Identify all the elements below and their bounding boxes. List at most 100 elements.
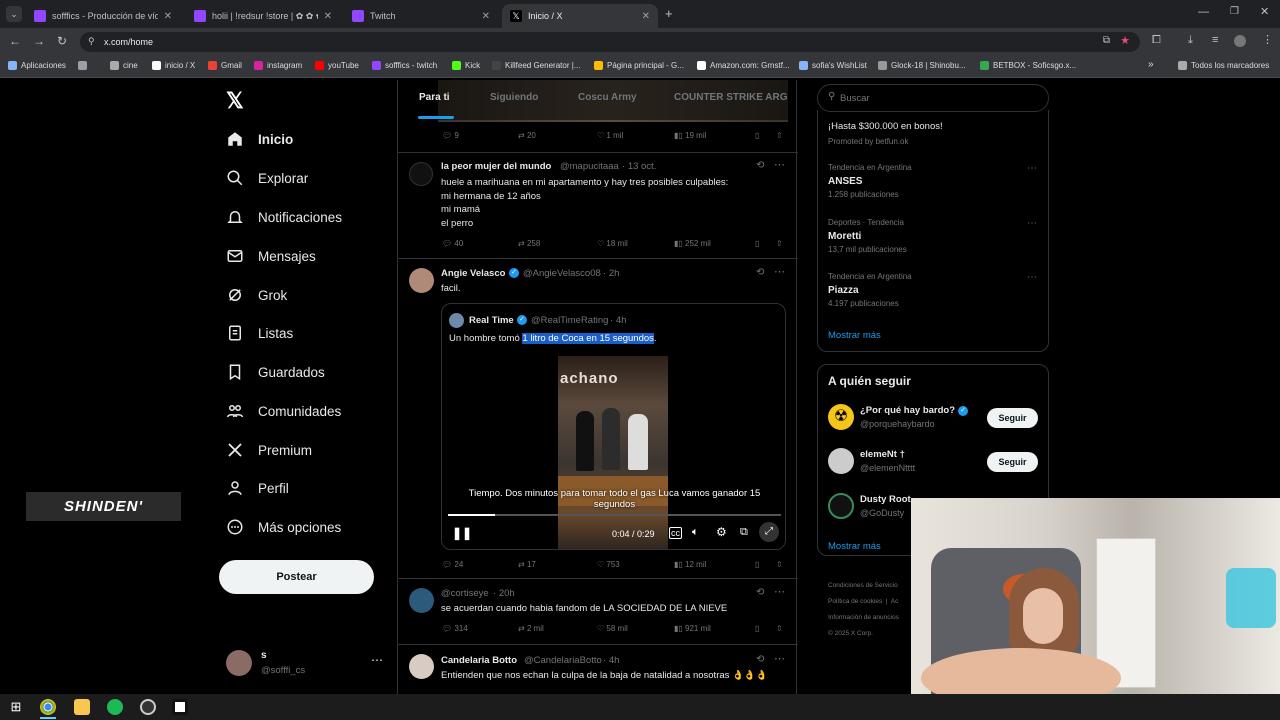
menu-icon[interactable]: ⋮ <box>1262 33 1273 46</box>
reply-button[interactable]: 💬︎ 9 <box>442 131 459 140</box>
restore-icon[interactable]: ❐ <box>1230 6 1239 17</box>
like-button[interactable]: ♡ 753 <box>597 560 620 569</box>
browser-tab-active[interactable]: 𝕏 Inicio / X ✕ <box>502 4 658 28</box>
pause-icon[interactable]: ❚❚ <box>452 526 472 540</box>
more-icon[interactable]: ⋯ <box>774 652 785 665</box>
grok-icon[interactable]: ⟲ <box>756 587 764 598</box>
bookmark-item[interactable]: youTube <box>315 61 359 70</box>
close-tab-icon[interactable]: ✕ <box>482 11 490 22</box>
bookmark-icon[interactable]: ▯ <box>755 131 759 140</box>
footer-link[interactable]: Información de anuncios <box>828 614 899 621</box>
views-button[interactable]: ▮▯ 19 mil <box>674 131 706 140</box>
repost-button[interactable]: ⇄ 2 mil <box>518 624 544 633</box>
footer-link[interactable]: Política de cookies <box>828 598 882 605</box>
media-control-icon[interactable]: ≡ <box>1212 34 1218 46</box>
bookmark-item[interactable] <box>78 61 87 70</box>
more-icon[interactable]: ⋯ <box>371 653 383 667</box>
bookmark-item[interactable]: Todos los marcadores <box>1178 61 1269 70</box>
fullscreen-icon[interactable]: ⤢ <box>759 522 779 542</box>
post[interactable]: @cortiseye · 20h ⟲ ⋯ se acuerdan cuando … <box>398 578 796 644</box>
more-icon[interactable]: ⋯ <box>774 158 785 171</box>
share-icon[interactable]: ⇧ <box>776 131 783 140</box>
bookmark-item[interactable]: inicio / X <box>152 61 195 70</box>
post-button[interactable]: Postear <box>219 560 374 594</box>
spotify-icon[interactable] <box>107 699 123 715</box>
grok-icon[interactable]: ⟲ <box>756 267 764 278</box>
back-icon[interactable]: ← <box>9 34 21 48</box>
captions-icon[interactable]: cc <box>669 527 682 539</box>
nav-item-more[interactable]: Más opciones <box>226 518 341 536</box>
follow-suggestion[interactable]: elemeNt † @elemenNtttt Seguir <box>828 447 1040 477</box>
tab-siguiendo[interactable]: Siguiendo <box>490 92 538 103</box>
pip-icon[interactable]: ⧉ <box>740 526 748 539</box>
reload-icon[interactable]: ↻ <box>57 34 67 48</box>
like-button[interactable]: ♡ 18 mil <box>597 239 628 248</box>
bookmark-icon[interactable]: ▯ <box>755 624 759 633</box>
repost-button[interactable]: ⇄ 17 <box>518 560 536 569</box>
footer-link[interactable]: Condiciones de Servicio <box>828 582 898 589</box>
bookmark-item[interactable]: BETBOX - Soficsgo.x... <box>980 61 1076 70</box>
show-more-link[interactable]: Mostrar más <box>828 541 881 552</box>
post[interactable]: Candelaria Botto @CandelariaBotto · 4h ⟲… <box>398 644 796 694</box>
post[interactable]: Angie Velasco ✓ @AngieVelasco08 · 2h ⟲ ⋯… <box>398 258 796 578</box>
forward-icon[interactable]: → <box>33 34 45 48</box>
nav-item-grok[interactable]: Grok <box>226 286 287 304</box>
bookmark-item[interactable]: sofffics - twitch <box>372 61 437 70</box>
more-icon[interactable]: ⋯ <box>774 585 785 598</box>
nav-item-bookmarks[interactable]: Guardados <box>226 363 325 381</box>
close-tab-icon[interactable]: ✕ <box>164 11 172 22</box>
browser-tab[interactable]: holii | !redsur !store | ✿ ✿ ✿ s ✕ <box>186 4 340 28</box>
new-tab-icon[interactable]: + <box>665 6 673 21</box>
close-tab-icon[interactable]: ✕ <box>324 11 332 22</box>
tab-search-icon[interactable]: ⌄ <box>6 6 22 22</box>
trend-item[interactable]: Tendencia en Argentina Piazza 4.197 publ… <box>828 272 912 308</box>
install-app-icon[interactable]: ⧉ <box>1103 35 1110 46</box>
like-button[interactable]: ♡ 58 mil <box>597 624 628 633</box>
bookmark-item[interactable]: cine <box>110 61 138 70</box>
x-logo-icon[interactable]: 𝕏 <box>226 88 244 114</box>
grok-icon[interactable]: ⟲ <box>756 160 764 171</box>
views-button[interactable]: ▮▯ 252 mil <box>674 239 711 248</box>
views-button[interactable]: ▮▯ 12 mil <box>674 560 706 569</box>
bookmark-item[interactable]: Glock-18 | Shinobu... <box>878 61 966 70</box>
capcut-icon[interactable] <box>172 699 188 715</box>
bookmark-item[interactable]: Amazon.com: Grnstf... <box>697 61 790 70</box>
account-switcher[interactable]: s @sofffi_cs ⋯ <box>226 648 386 680</box>
share-icon[interactable]: ⇧ <box>776 624 783 633</box>
bookmark-item[interactable]: Página principal - G... <box>594 61 684 70</box>
browser-tab[interactable]: Twitch ✕ <box>344 4 498 28</box>
more-icon[interactable]: ⋯ <box>1027 218 1037 229</box>
footer-link[interactable]: Ac <box>891 598 899 605</box>
share-icon[interactable]: ⇧ <box>776 560 783 569</box>
browser-tab[interactable]: sofffics - Producción de vídeo ✕ <box>26 4 180 28</box>
nav-item-explore[interactable]: Explorar <box>226 169 308 187</box>
bookmark-item[interactable]: instagram <box>254 61 302 70</box>
profile-icon[interactable] <box>1234 35 1246 47</box>
show-more-link[interactable]: Mostrar más <box>828 330 881 341</box>
url-input[interactable]: ⚲ x.com/home ⧉ ★ <box>80 32 1140 52</box>
nav-item-notifications[interactable]: Notificaciones <box>226 208 342 226</box>
follow-suggestion[interactable]: ☢ ¿Por qué hay bardo? ✓ @porquehaybardo … <box>828 403 1040 433</box>
bookmark-star-icon[interactable]: ★ <box>1120 34 1130 47</box>
share-icon[interactable]: ⇧ <box>776 239 783 248</box>
tab-coscu-army[interactable]: Coscu Army <box>578 92 637 103</box>
bookmark-icon[interactable]: ▯ <box>755 560 759 569</box>
grok-icon[interactable]: ⟲ <box>756 654 764 665</box>
trend-item[interactable]: Tendencia en Argentina ANSES 1.258 publi… <box>828 163 912 199</box>
bookmark-item[interactable]: Gmail <box>208 61 242 70</box>
more-icon[interactable]: ⋯ <box>1027 272 1037 283</box>
bookmark-item[interactable]: sofia's WishList <box>799 61 867 70</box>
post[interactable]: la peor mujer del mundo @mapucitaaa · 13… <box>398 152 796 258</box>
repost-button[interactable]: ⇄ 20 <box>518 131 536 140</box>
reply-button[interactable]: 💬︎ 24 <box>442 560 463 569</box>
search-input[interactable]: ⚲ Buscar <box>817 84 1049 112</box>
extensions-icon[interactable]: ⧠ <box>1152 34 1161 47</box>
tab-para-ti[interactable]: Para ti <box>419 92 450 103</box>
nav-item-profile[interactable]: Perfil <box>226 479 289 497</box>
nav-item-premium[interactable]: Premium <box>226 441 312 459</box>
trend-item[interactable]: Deportes · Tendencia Moretti 13,7 mil pu… <box>828 218 907 254</box>
bookmark-item[interactable]: Aplicaciones <box>8 61 66 70</box>
settings-icon[interactable]: ⚙ <box>716 525 727 539</box>
chrome-icon[interactable] <box>40 699 56 715</box>
reply-button[interactable]: 💬︎ 314 <box>442 624 468 633</box>
